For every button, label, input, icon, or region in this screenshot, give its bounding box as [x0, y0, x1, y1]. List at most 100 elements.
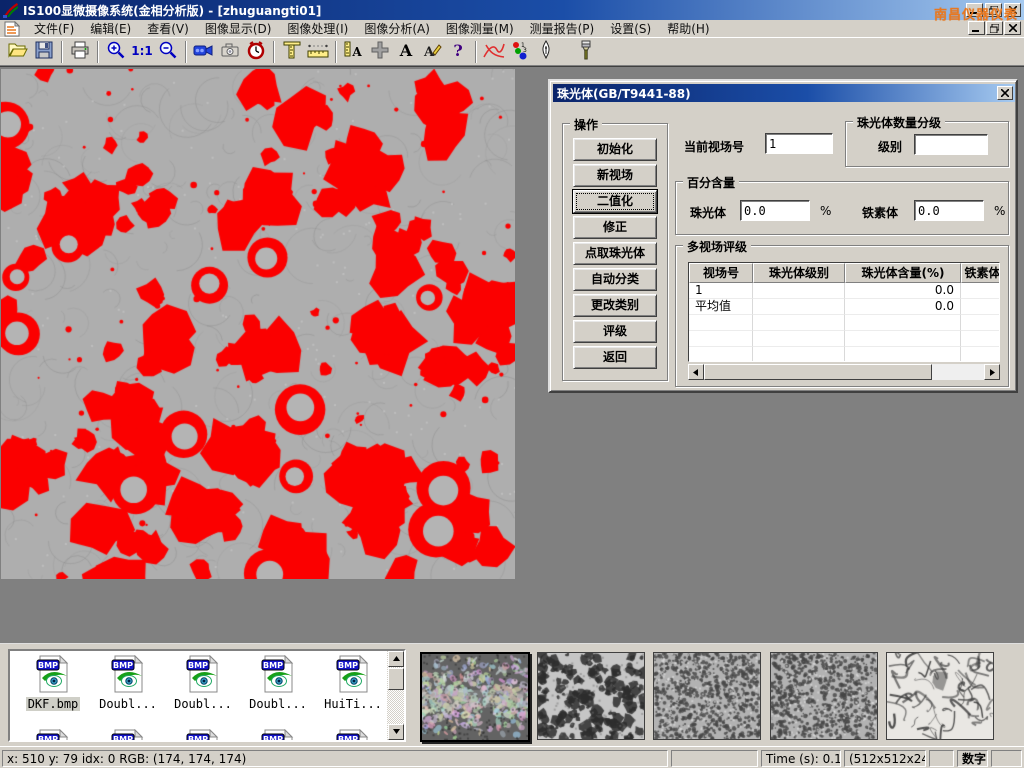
image-thumbnail-2[interactable]	[653, 652, 761, 740]
close-button[interactable]	[1004, 3, 1021, 17]
actual-size-button[interactable]: 1:1	[129, 39, 155, 64]
document-system-menu-icon[interactable]	[4, 21, 20, 37]
file-scroll-up-button[interactable]	[388, 651, 404, 667]
table-horizontal-scrollbar[interactable]	[688, 364, 1000, 380]
table-row[interactable]	[689, 315, 999, 331]
table-row[interactable]: 10.0	[689, 283, 999, 299]
op-button-8[interactable]: 返回	[573, 346, 657, 369]
measure-text-button[interactable]: A	[341, 39, 367, 64]
image-thumbnail-0[interactable]	[420, 652, 530, 742]
file-item-0[interactable]: BMPDKF.bmp	[20, 655, 86, 711]
classify-balls-button[interactable]: 13	[507, 39, 533, 64]
op-button-1[interactable]: 新视场	[573, 164, 657, 187]
file-item-row2-2[interactable]: BMP	[170, 729, 236, 742]
table-header-1[interactable]: 珠光体级别	[753, 263, 845, 283]
timer-button[interactable]	[243, 39, 269, 64]
pearlite-percent-unit: %	[820, 204, 831, 218]
ferrite-percent-input[interactable]	[914, 200, 984, 221]
move-cross-icon	[370, 40, 390, 63]
op-button-5[interactable]: 自动分类	[573, 268, 657, 291]
toolbar-separator	[475, 41, 477, 63]
file-list-scrollbar[interactable]	[387, 651, 404, 740]
help-button[interactable]: ?	[445, 39, 471, 64]
text-edit-button[interactable]: A	[419, 39, 445, 64]
zoom-in-button[interactable]	[103, 39, 129, 64]
caliper-button[interactable]	[279, 39, 305, 64]
mdi-restore-button[interactable]	[986, 21, 1003, 35]
video-camera-icon	[193, 40, 215, 63]
file-list[interactable]: BMPDKF.bmpBMPBMPDoubl...BMPBMPDoubl...BM…	[8, 649, 406, 742]
mdi-close-button[interactable]	[1004, 21, 1021, 35]
table-row[interactable]	[689, 331, 999, 347]
mdi-minimize-button[interactable]	[968, 21, 985, 35]
curve-tool-button[interactable]	[481, 39, 507, 64]
table-cell	[689, 347, 753, 362]
file-item-row2-0[interactable]: BMP	[20, 729, 86, 742]
scroll-right-button[interactable]	[984, 364, 1000, 380]
text-button[interactable]: A	[393, 39, 419, 64]
minimize-button[interactable]	[966, 3, 983, 17]
table-header-2[interactable]: 珠光体含量(%)	[845, 263, 961, 283]
image-thumbnail-3[interactable]	[770, 652, 878, 740]
menu-item-6[interactable]: 图像测量(M)	[438, 21, 522, 37]
percent-group: 百分含量 珠光体 % 铁素体 %	[675, 181, 1009, 235]
file-item-4[interactable]: BMPHuiTi...	[320, 655, 386, 711]
dialog-close-button[interactable]	[997, 86, 1013, 100]
table-cell	[689, 315, 753, 331]
menu-item-2[interactable]: 查看(V)	[139, 21, 197, 37]
table-header-0[interactable]: 视场号	[689, 263, 753, 283]
image-thumbnail-1[interactable]	[537, 652, 645, 740]
pearlite-percent-input[interactable]	[740, 200, 810, 221]
table-header-3[interactable]: 铁素体含量(%)	[961, 263, 1000, 283]
bmp-file-icon: BMP	[336, 682, 370, 696]
table-cell	[961, 315, 1000, 331]
menu-item-9[interactable]: 帮助(H)	[659, 21, 717, 37]
restore-button[interactable]	[985, 3, 1002, 17]
print-button[interactable]	[67, 39, 93, 64]
pen-tool-button[interactable]	[533, 39, 559, 64]
table-row[interactable]: 平均值0.0	[689, 299, 999, 315]
measure-text-icon: A	[343, 40, 365, 63]
image-thumbnail-4[interactable]	[886, 652, 994, 740]
file-item-row2-4[interactable]: BMP	[320, 729, 386, 742]
file-item-1[interactable]: BMPDoubl...	[95, 655, 161, 711]
multi-view-table[interactable]: 视场号珠光体级别珠光体含量(%)铁素体含量(%) 10.0平均值0.0	[688, 262, 1000, 362]
menu-item-7[interactable]: 测量报告(P)	[522, 21, 603, 37]
file-item-row2-1[interactable]: BMP	[95, 729, 161, 742]
file-item-row2-3[interactable]: BMP	[245, 729, 311, 742]
zoom-out-button[interactable]	[155, 39, 181, 64]
menu-item-0[interactable]: 文件(F)	[26, 21, 82, 37]
ferrite-percent-label: 铁素体	[862, 204, 898, 221]
file-scroll-down-button[interactable]	[388, 724, 404, 740]
menu-item-1[interactable]: 编辑(E)	[82, 21, 139, 37]
op-button-0[interactable]: 初始化	[573, 138, 657, 161]
menu-item-3[interactable]: 图像显示(D)	[197, 21, 280, 37]
scrollbar-thumb[interactable]	[704, 364, 932, 380]
open-button[interactable]	[5, 39, 31, 64]
op-button-4[interactable]: 点取珠光体	[573, 242, 657, 265]
save-button[interactable]	[31, 39, 57, 64]
op-button-2[interactable]: 二值化	[573, 190, 657, 213]
video-camera-button[interactable]	[191, 39, 217, 64]
photo-camera-button[interactable]	[217, 39, 243, 64]
operation-group: 操作 初始化新视场二值化修正点取珠光体自动分类更改类别评级返回	[562, 123, 668, 381]
file-item-2[interactable]: BMPDoubl...	[170, 655, 236, 711]
op-button-6[interactable]: 更改类别	[573, 294, 657, 317]
op-button-7[interactable]: 评级	[573, 320, 657, 343]
current-view-input[interactable]	[765, 133, 833, 154]
file-item-3[interactable]: BMPDoubl...	[245, 655, 311, 711]
ruler-button[interactable]	[305, 39, 331, 64]
file-scrollbar-thumb[interactable]	[388, 668, 404, 690]
op-button-3[interactable]: 修正	[573, 216, 657, 239]
menu-item-8[interactable]: 设置(S)	[602, 21, 659, 37]
scroll-left-button[interactable]	[688, 364, 704, 380]
menu-item-4[interactable]: 图像处理(I)	[279, 21, 356, 37]
grade-level-input[interactable]	[914, 134, 988, 155]
move-cross-button[interactable]	[367, 39, 393, 64]
metallographic-image[interactable]	[1, 69, 515, 579]
brush-tool-button[interactable]	[573, 39, 599, 64]
table-row[interactable]	[689, 347, 999, 362]
bmp-file-icon: BMP	[261, 682, 295, 696]
menu-item-5[interactable]: 图像分析(A)	[356, 21, 438, 37]
dialog-title-bar[interactable]: 珠光体(GB/T9441-88)	[553, 84, 1015, 102]
